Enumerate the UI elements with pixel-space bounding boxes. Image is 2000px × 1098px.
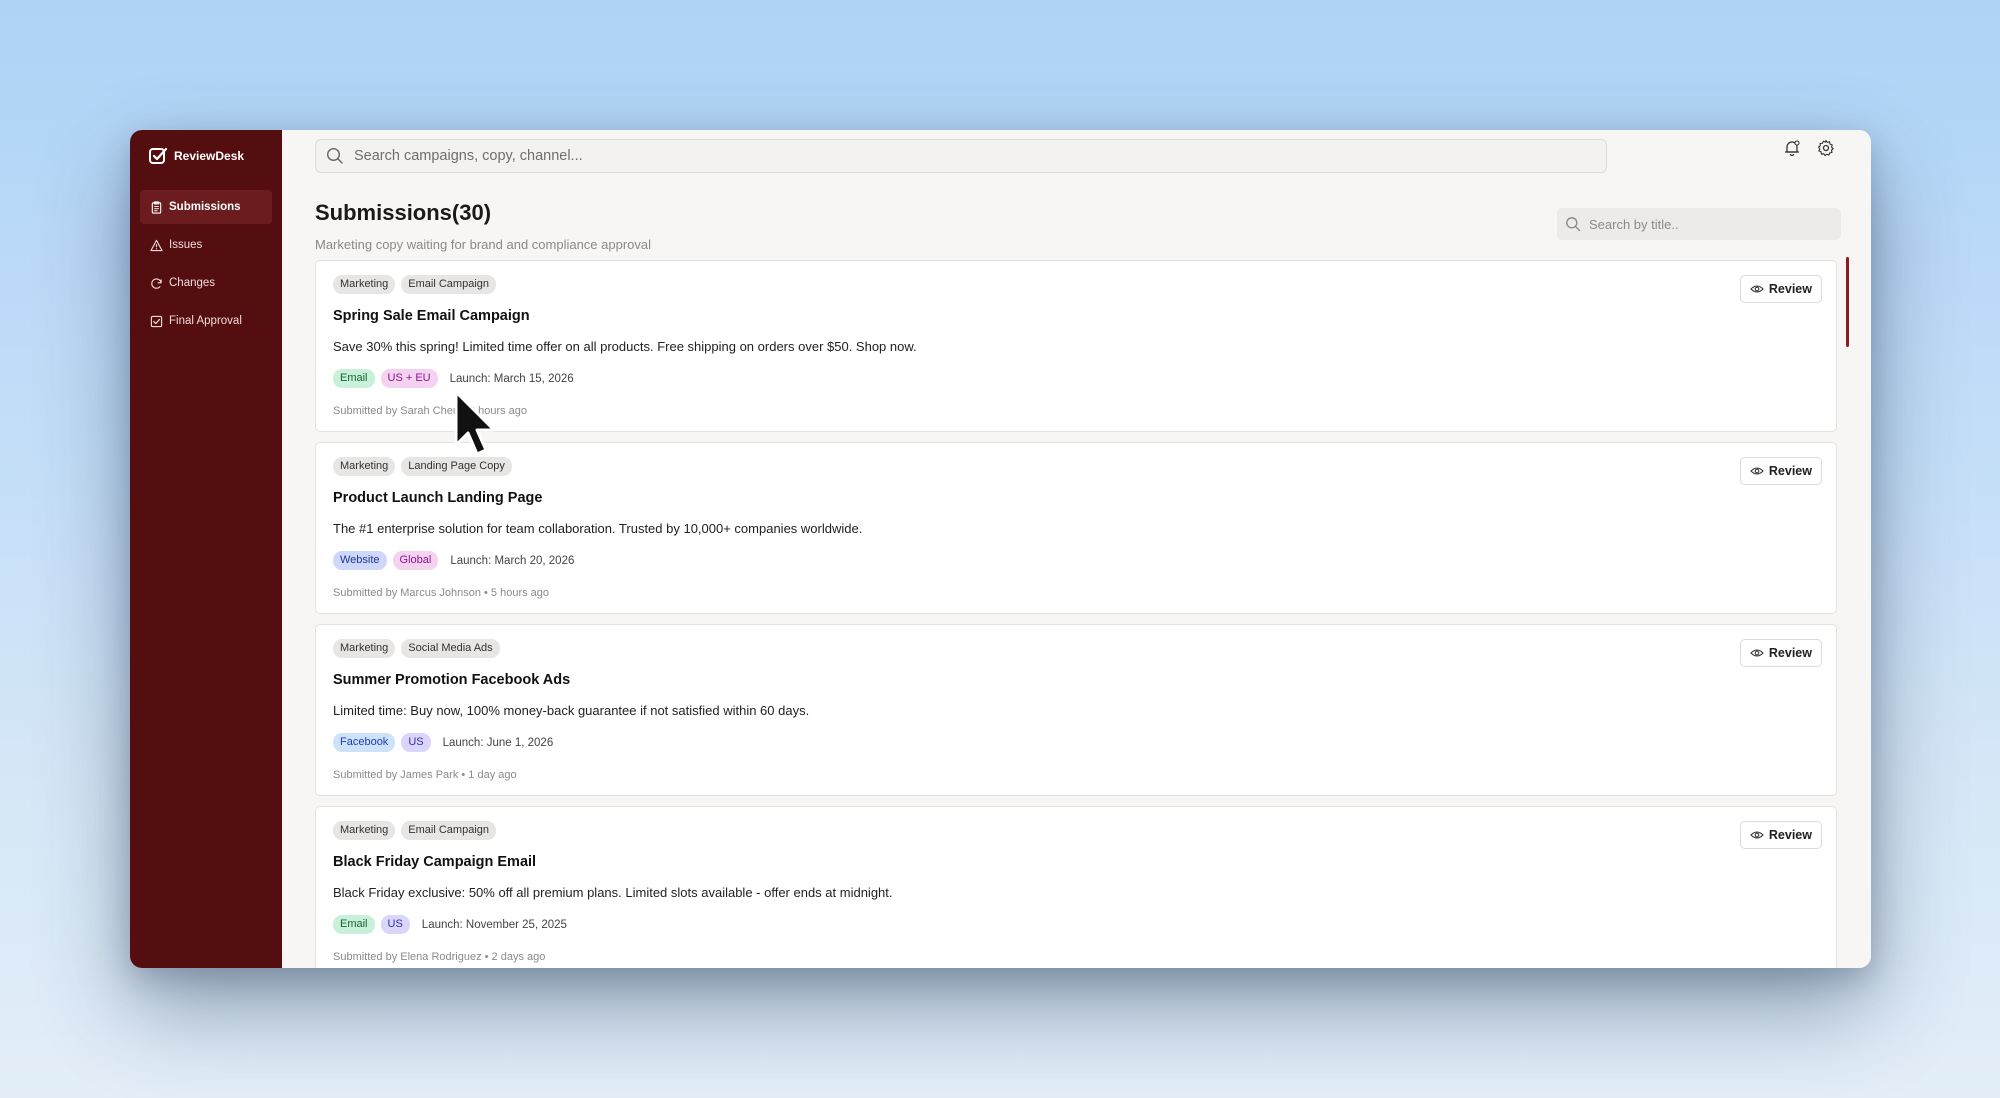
sidebar-item-issues[interactable]: Issues (140, 228, 272, 262)
sidebar-item-final-approval[interactable]: Final Approval (140, 304, 272, 338)
eye-icon (1750, 467, 1764, 475)
card-meta: Email US Launch: November 25, 2025 (333, 915, 1818, 934)
page-header: Submissions(30) Marketing copy waiting f… (315, 200, 651, 252)
card-tags: Marketing Email Campaign (333, 821, 1818, 840)
sidebar-item-submissions[interactable]: Submissions (140, 190, 272, 224)
submission-card[interactable]: Marketing Email Campaign Black Friday Ca… (315, 806, 1837, 968)
card-description: Save 30% this spring! Limited time offer… (333, 339, 917, 354)
global-search[interactable] (315, 139, 1607, 173)
submission-card[interactable]: Marketing Landing Page Copy Product Laun… (315, 442, 1837, 614)
app-window: ReviewDesk Submissions Issues Changes Fi… (130, 130, 1871, 968)
review-button-label: Review (1768, 828, 1812, 842)
launch-date: Launch: March 15, 2026 (449, 372, 574, 385)
review-button[interactable]: Review (1739, 457, 1822, 485)
submitted-info: Submitted by Sarah Chen • 2 hours ago (333, 405, 528, 417)
search-icon (326, 147, 343, 164)
card-tags: Marketing Social Media Ads (333, 639, 1818, 658)
tag: Marketing (333, 457, 396, 476)
launch-date: Launch: March 20, 2026 (450, 554, 575, 567)
page-subtitle: Marketing copy waiting for brand and com… (315, 237, 652, 252)
tag: Social Media Ads (401, 639, 500, 658)
submitted-info: Submitted by James Park • 1 day ago (333, 769, 517, 781)
submissions-list: Marketing Email Campaign Spring Sale Ema… (315, 260, 1837, 968)
card-meta: Website Global Launch: March 20, 2026 (333, 551, 1818, 570)
logo-check-icon (149, 147, 168, 164)
launch-date: Launch: November 25, 2025 (421, 918, 567, 931)
card-title: Spring Sale Email Campaign (333, 308, 530, 324)
tag: Marketing (333, 275, 396, 294)
check-square-icon (150, 315, 163, 327)
region-badge: Global (392, 551, 439, 570)
brand-name: ReviewDesk (174, 149, 245, 163)
card-description: Black Friday exclusive: 50% off all prem… (333, 885, 893, 900)
submitted-info: Submitted by Elena Rodriguez • 2 days ag… (333, 951, 546, 963)
channel-badge: Facebook (333, 733, 396, 752)
refresh-icon (151, 277, 162, 289)
region-badge: US (401, 733, 431, 752)
tag: Landing Page Copy (401, 457, 512, 476)
global-search-input[interactable] (354, 148, 1596, 164)
channel-badge: Email (333, 915, 375, 934)
title-search[interactable] (1557, 208, 1841, 240)
tag: Email Campaign (401, 821, 496, 840)
submission-card[interactable]: Marketing Email Campaign Spring Sale Ema… (315, 260, 1837, 432)
sidebar-nav: Submissions Issues Changes Final Approva… (130, 190, 282, 338)
search-icon (1566, 217, 1581, 232)
eye-icon (1750, 649, 1764, 657)
tag: Marketing (333, 639, 396, 658)
review-button-label: Review (1768, 282, 1812, 296)
card-title: Product Launch Landing Page (333, 490, 543, 506)
eye-icon (1750, 831, 1764, 839)
review-button-label: Review (1768, 464, 1812, 478)
launch-date: Launch: June 1, 2026 (442, 736, 554, 749)
sidebar-item-label: Submissions (169, 201, 241, 213)
card-title: Summer Promotion Facebook Ads (333, 672, 571, 688)
sidebar: ReviewDesk Submissions Issues Changes Fi… (130, 130, 282, 968)
sidebar-item-label: Issues (169, 239, 203, 251)
sidebar-item-changes[interactable]: Changes (140, 266, 272, 300)
sidebar-item-label: Changes (169, 277, 216, 289)
clipboard-icon (151, 200, 162, 214)
tag: Marketing (333, 821, 396, 840)
top-bar (315, 138, 1871, 174)
eye-icon (1750, 285, 1764, 293)
bell-icon[interactable] (1783, 139, 1801, 157)
card-meta: Email US + EU Launch: March 15, 2026 (333, 369, 1818, 388)
alert-triangle-icon (150, 239, 163, 251)
card-tags: Marketing Landing Page Copy (333, 457, 1818, 476)
gear-icon[interactable] (1817, 139, 1835, 157)
review-button[interactable]: Review (1739, 275, 1822, 303)
review-button-label: Review (1768, 646, 1812, 660)
sidebar-item-label: Final Approval (169, 315, 242, 327)
channel-badge: Website (333, 551, 387, 570)
region-badge: US + EU (380, 369, 438, 388)
mouse-cursor-icon (454, 390, 496, 456)
card-title: Black Friday Campaign Email (333, 854, 537, 870)
card-description: Limited time: Buy now, 100% money-back g… (333, 703, 810, 718)
main-content: Submissions(30) Marketing copy waiting f… (282, 130, 1871, 968)
card-meta: Facebook US Launch: June 1, 2026 (333, 733, 1818, 752)
page-title: Submissions(30) (315, 200, 492, 225)
region-badge: US (380, 915, 410, 934)
review-button[interactable]: Review (1739, 639, 1822, 667)
channel-badge: Email (333, 369, 375, 388)
brand[interactable]: ReviewDesk (130, 142, 282, 170)
tag: Email Campaign (401, 275, 496, 294)
submission-card[interactable]: Marketing Social Media Ads Summer Promot… (315, 624, 1837, 796)
title-search-input[interactable] (1589, 216, 1833, 232)
card-description: The #1 enterprise solution for team coll… (333, 521, 863, 536)
scrollbar-thumb[interactable] (1846, 257, 1849, 347)
card-tags: Marketing Email Campaign (333, 275, 1818, 294)
submitted-info: Submitted by Marcus Johnson • 5 hours ag… (333, 587, 550, 599)
review-button[interactable]: Review (1739, 821, 1822, 849)
top-icons (1783, 139, 1835, 157)
